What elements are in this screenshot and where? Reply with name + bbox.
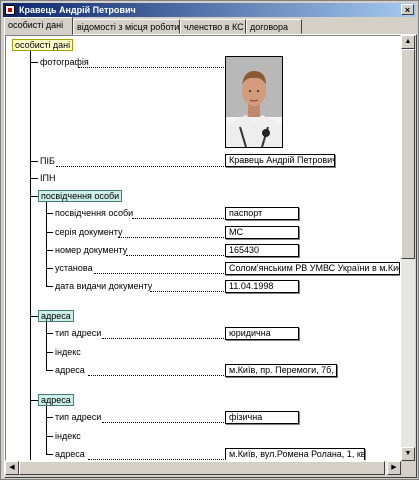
connector <box>46 454 53 455</box>
address-label: адреса <box>55 365 85 375</box>
branch-line <box>46 202 47 286</box>
address-label: адреса <box>55 449 85 459</box>
window-title: Кравець Андрій Петрович <box>19 5 136 15</box>
tab-contracts[interactable]: договора <box>246 19 302 34</box>
address-type-label: тип адреси <box>55 412 102 422</box>
leader-dots <box>88 375 224 376</box>
postcode-label: індекс <box>55 347 81 357</box>
arrow-left-icon[interactable]: ◀ <box>5 461 19 475</box>
connector <box>46 213 53 214</box>
leader-dots <box>78 67 224 68</box>
vertical-scroll-thumb[interactable] <box>401 49 415 259</box>
id-doc-node[interactable]: посвідчення особи <box>38 190 123 202</box>
arrow-down-icon[interactable]: ▼ <box>401 447 415 461</box>
leader-dots <box>88 459 224 460</box>
connector <box>46 286 53 287</box>
app-icon <box>5 5 15 15</box>
address-node-2[interactable]: адреса <box>38 394 74 406</box>
authority-value[interactable]: Солом'янським РВ УМВС України в м.Києві <box>225 262 400 275</box>
address-value[interactable]: м.Київ, вул.Ромена Ролана, 1, кв.2 <box>225 448 365 460</box>
connector <box>46 250 53 251</box>
id-type-value[interactable]: паспорт <box>225 207 299 220</box>
leader-dots <box>118 237 224 238</box>
pib-label: ПІБ <box>40 156 55 166</box>
connector <box>46 232 53 233</box>
address-type-value[interactable]: фізична <box>225 411 299 424</box>
connector <box>46 352 53 353</box>
address-type-label: тип адреси <box>55 328 102 338</box>
id-type-label: посвідчення особи <box>55 208 134 218</box>
tab-work-info[interactable]: відомості з місця роботи <box>73 19 180 34</box>
person-photo <box>225 56 283 148</box>
pib-value[interactable]: Кравець Андрій Петрович <box>225 154 335 167</box>
tab-ks-membership[interactable]: членство в КС <box>180 19 246 34</box>
leader-dots <box>56 166 224 167</box>
address-type-value[interactable]: юридична <box>225 327 299 340</box>
arrow-right-icon[interactable]: ▶ <box>387 461 401 475</box>
issue-date-value[interactable]: 11.04.1998 <box>225 280 299 293</box>
doc-number-label: номер документу <box>55 245 128 255</box>
doc-number-value[interactable]: 165430 <box>225 244 299 257</box>
postcode-label: індекс <box>55 431 81 441</box>
leader-dots <box>102 338 224 339</box>
connector <box>46 417 53 418</box>
scroll-corner <box>401 461 415 475</box>
connector <box>46 436 53 437</box>
ipn-label: ІПН <box>40 173 56 183</box>
leader-dots <box>102 422 224 423</box>
connector <box>46 370 53 371</box>
branch-line <box>46 406 47 454</box>
series-label: серія документу <box>55 227 123 237</box>
authority-label: установа <box>55 263 93 273</box>
connector <box>46 333 53 334</box>
vertical-scrollbar[interactable]: ▲ ▼ <box>401 35 415 461</box>
root-node[interactable]: особисті дані <box>12 39 74 51</box>
leader-dots <box>94 273 224 274</box>
close-button[interactable]: × <box>401 4 414 15</box>
address-value[interactable]: м.Київ, пр. Перемоги, 7б, 45 <box>225 364 337 377</box>
connector <box>30 316 38 317</box>
leader-dots <box>150 291 224 292</box>
address-node-1[interactable]: адреса <box>38 310 74 322</box>
tab-personal-data[interactable]: особисті дані <box>4 17 73 35</box>
connector <box>30 178 38 179</box>
connector <box>46 268 53 269</box>
connector <box>30 62 38 63</box>
arrow-up-icon[interactable]: ▲ <box>401 35 415 49</box>
connector <box>30 161 38 162</box>
connector <box>30 400 38 401</box>
series-value[interactable]: МС <box>225 226 299 239</box>
leader-dots <box>132 218 224 219</box>
leader-dots <box>126 255 224 256</box>
horizontal-scroll-thumb[interactable] <box>19 461 385 475</box>
horizontal-scrollbar[interactable]: ◀ ▶ <box>5 461 401 475</box>
app-window: Кравець Андрій Петрович × особисті дані … <box>0 0 419 480</box>
connector <box>30 196 38 197</box>
tab-strip: особисті дані відомості з місця роботи ч… <box>4 17 416 35</box>
issue-date-label: дата видачи документу <box>55 281 153 291</box>
branch-line <box>46 322 47 370</box>
tree-view[interactable]: особисті дані фотографія ПІБ Кравець Анд… <box>5 35 401 461</box>
title-bar[interactable]: Кравець Андрій Петрович × <box>3 3 416 17</box>
